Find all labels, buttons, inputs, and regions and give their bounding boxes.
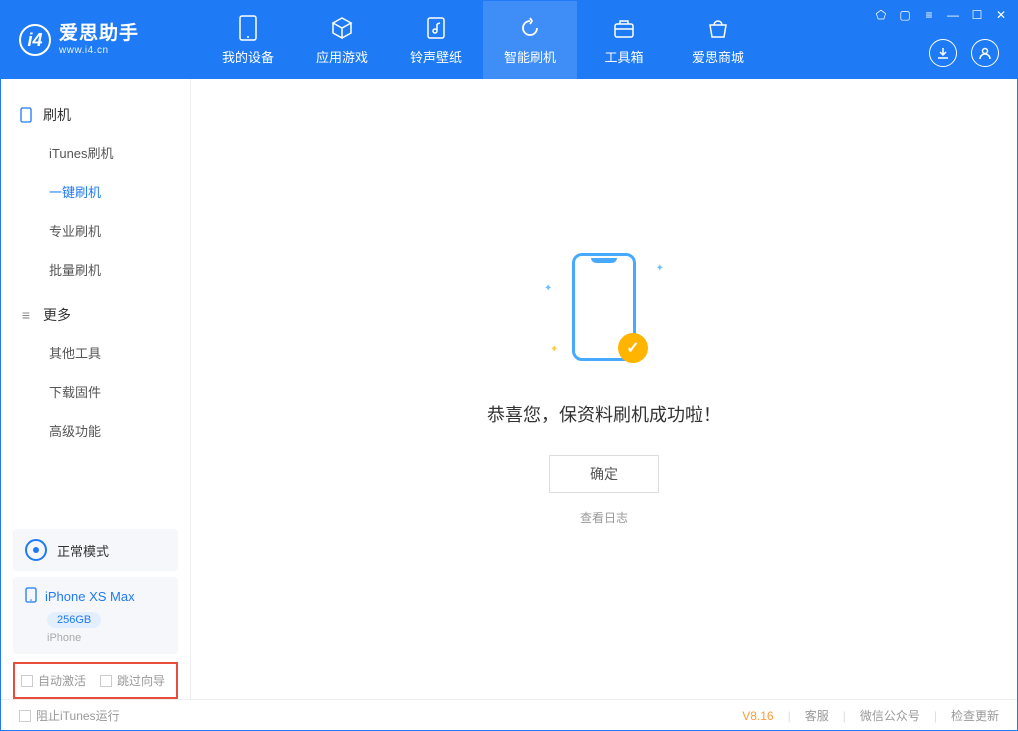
app-title: 爱思助手 (59, 24, 139, 45)
maximize-button[interactable]: ☐ (969, 7, 985, 23)
success-illustration: ✦ ✦ ✦ ✓ (534, 253, 674, 373)
checkbox-block-itunes[interactable]: 阻止iTunes运行 (19, 707, 120, 724)
sidebar-item-itunes-flash[interactable]: iTunes刷机 (1, 133, 190, 172)
customer-service-link[interactable]: 客服 (805, 707, 829, 724)
device-icon (25, 587, 37, 606)
tab-my-device[interactable]: 我的设备 (201, 1, 295, 79)
checkbox-auto-activate[interactable]: 自动激活 (21, 672, 86, 689)
view-log-link[interactable]: 查看日志 (580, 509, 628, 526)
store-icon (705, 15, 731, 41)
check-update-link[interactable]: 检查更新 (951, 707, 999, 724)
close-button[interactable]: ✕ (993, 7, 1009, 23)
download-button[interactable] (929, 39, 957, 67)
tab-label: 智能刷机 (504, 47, 556, 66)
device-type: iPhone (47, 632, 166, 644)
device-card[interactable]: iPhone XS Max 256GB iPhone (13, 577, 178, 654)
device-storage: 256GB (47, 612, 101, 628)
shirt-icon[interactable]: ⬠ (873, 7, 889, 23)
check-icon: ✓ (618, 333, 648, 363)
tab-label: 应用游戏 (316, 47, 368, 66)
options-row: 自动激活 跳过向导 (13, 662, 178, 699)
phone-icon (19, 108, 33, 122)
tab-label: 铃声壁纸 (410, 47, 462, 66)
ok-button[interactable]: 确定 (549, 455, 659, 493)
refresh-icon (517, 15, 543, 41)
window-controls: ⬠ ▢ ≡ — ☐ ✕ (873, 7, 1009, 23)
sidebar-item-oneclick-flash[interactable]: 一键刷机 (1, 172, 190, 211)
tab-ringtones[interactable]: 铃声壁纸 (389, 1, 483, 79)
logo: i4 爱思助手 www.i4.cn (1, 24, 201, 56)
logo-icon: i4 (19, 24, 51, 56)
tab-label: 爱思商城 (692, 47, 744, 66)
toolbox-icon (611, 15, 637, 41)
menu-icon[interactable]: ≡ (921, 7, 937, 23)
checkbox-skip-guide[interactable]: 跳过向导 (100, 672, 165, 689)
minimize-button[interactable]: — (945, 7, 961, 23)
user-button[interactable] (971, 39, 999, 67)
sidebar-item-other-tools[interactable]: 其他工具 (1, 333, 190, 372)
sidebar-header-more: ≡ 更多 (1, 297, 190, 333)
header: i4 爱思助手 www.i4.cn 我的设备 应用游戏 铃声壁纸 智能刷机 工具… (1, 1, 1017, 79)
cube-icon (329, 15, 355, 41)
sidebar-header-flash: 刷机 (1, 97, 190, 133)
status-label: 正常模式 (57, 541, 109, 560)
device-icon (235, 15, 261, 41)
main-content: ✦ ✦ ✦ ✓ 恭喜您，保资料刷机成功啦！ 确定 查看日志 (191, 79, 1017, 699)
footer: 阻止iTunes运行 V8.16 | 客服 | 微信公众号 | 检查更新 (1, 699, 1017, 731)
tab-apps[interactable]: 应用游戏 (295, 1, 389, 79)
sidebar-item-download-firmware[interactable]: 下载固件 (1, 372, 190, 411)
tab-toolbox[interactable]: 工具箱 (577, 1, 671, 79)
success-message: 恭喜您，保资料刷机成功啦！ (487, 401, 721, 427)
tab-label: 我的设备 (222, 47, 274, 66)
list-icon: ≡ (19, 308, 33, 322)
sidebar-item-pro-flash[interactable]: 专业刷机 (1, 211, 190, 250)
lock-icon[interactable]: ▢ (897, 7, 913, 23)
tab-store[interactable]: 爱思商城 (671, 1, 765, 79)
version-label: V8.16 (742, 709, 773, 723)
sidebar-item-batch-flash[interactable]: 批量刷机 (1, 250, 190, 289)
main-tabs: 我的设备 应用游戏 铃声壁纸 智能刷机 工具箱 爱思商城 (201, 1, 765, 79)
wechat-link[interactable]: 微信公众号 (860, 707, 920, 724)
tab-label: 工具箱 (604, 47, 643, 66)
status-icon (25, 539, 47, 561)
app-subtitle: www.i4.cn (59, 45, 139, 56)
sidebar-item-advanced[interactable]: 高级功能 (1, 411, 190, 450)
tab-flash[interactable]: 智能刷机 (483, 1, 577, 79)
status-card: 正常模式 (13, 529, 178, 571)
sidebar: 刷机 iTunes刷机 一键刷机 专业刷机 批量刷机 ≡ 更多 其他工具 下载固… (1, 79, 191, 699)
music-icon (423, 15, 449, 41)
device-name: iPhone XS Max (45, 589, 135, 604)
